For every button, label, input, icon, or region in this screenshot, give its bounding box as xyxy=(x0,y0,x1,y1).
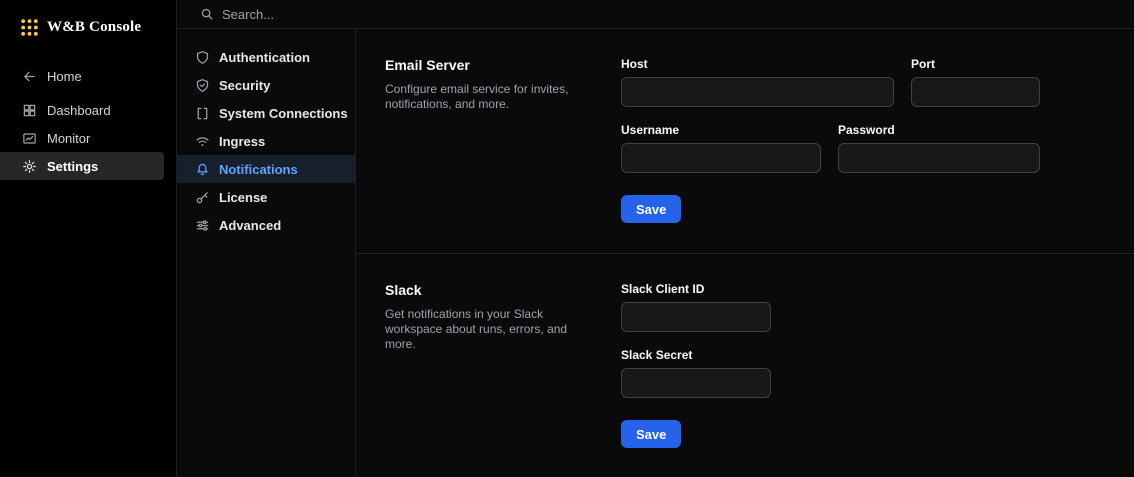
password-input[interactable] xyxy=(838,143,1040,173)
monitor-chart-icon xyxy=(22,131,37,146)
slack-secret-input[interactable] xyxy=(621,368,771,398)
password-field: Password xyxy=(838,123,1040,173)
username-label: Username xyxy=(621,123,680,137)
username-input[interactable] xyxy=(621,143,821,173)
slack-secret-field: Slack Secret xyxy=(621,348,771,398)
main-nav: Home Dashboard Monitor Settings xyxy=(0,62,176,180)
form-row: Username Password xyxy=(621,123,1040,173)
sliders-icon xyxy=(195,218,210,233)
form-row: Slack Secret xyxy=(621,348,771,398)
sidebar-item-settings[interactable]: Settings xyxy=(0,152,164,180)
slack-section: Slack Get notifications in your Slack wo… xyxy=(356,254,1134,448)
brackets-icon xyxy=(195,106,210,121)
section-description: Get notifications in your Slack workspac… xyxy=(385,307,568,351)
search-input[interactable] xyxy=(222,6,542,22)
host-label: Host xyxy=(621,57,648,71)
form-row: Slack Client ID xyxy=(621,282,771,332)
key-icon xyxy=(195,190,210,205)
settings-nav-label: Ingress xyxy=(219,133,266,149)
settings-nav-item-security[interactable]: Security xyxy=(177,71,355,99)
email-server-form: Host Port Username Password Save xyxy=(621,57,1040,253)
app-root: W&B Console Home Dashboard Monitor Setti… xyxy=(0,0,1134,477)
settings-nav-item-notifications[interactable]: Notifications xyxy=(177,155,355,183)
grid-icon xyxy=(22,103,37,118)
host-input[interactable] xyxy=(621,77,894,107)
sidebar-item-label: Home xyxy=(47,68,82,84)
bell-icon xyxy=(195,162,210,177)
sidebar-item-monitor[interactable]: Monitor xyxy=(0,124,176,152)
topbar xyxy=(177,0,1134,29)
settings-nav-label: Advanced xyxy=(219,217,282,233)
shield-check-icon xyxy=(195,78,210,93)
search-icon xyxy=(200,7,214,21)
section-title: Email Server xyxy=(385,57,470,73)
slack-client-id-field: Slack Client ID xyxy=(621,282,771,332)
arrow-left-icon xyxy=(22,69,37,84)
slack-client-id-label: Slack Client ID xyxy=(621,282,705,296)
password-label: Password xyxy=(838,123,895,137)
sidebar-item-home[interactable]: Home xyxy=(0,62,176,90)
main-sidebar: W&B Console Home Dashboard Monitor Setti… xyxy=(0,0,177,477)
section-info: Email Server Configure email service for… xyxy=(385,57,621,253)
host-field: Host xyxy=(621,57,894,107)
slack-save-button[interactable]: Save xyxy=(621,420,682,448)
section-description: Configure email service for invites, not… xyxy=(385,82,569,111)
sidebar-item-label: Settings xyxy=(47,158,99,174)
port-field: Port xyxy=(911,57,1040,107)
brand: W&B Console xyxy=(0,0,176,37)
settings-nav: Authentication Security System Connectio… xyxy=(177,29,356,477)
section-info: Slack Get notifications in your Slack wo… xyxy=(385,282,621,448)
wandb-logo-icon xyxy=(20,18,39,37)
settings-nav-label: Authentication xyxy=(219,49,310,65)
email-save-button[interactable]: Save xyxy=(621,195,682,223)
settings-nav-item-authentication[interactable]: Authentication xyxy=(177,43,355,71)
slack-secret-label: Slack Secret xyxy=(621,348,693,362)
port-input[interactable] xyxy=(911,77,1040,107)
settings-nav-item-advanced[interactable]: Advanced xyxy=(177,211,355,239)
form-row: Host Port xyxy=(621,57,1040,107)
port-label: Port xyxy=(911,57,935,71)
app-title: W&B Console xyxy=(47,19,142,35)
slack-client-id-input[interactable] xyxy=(621,302,771,332)
sidebar-item-label: Dashboard xyxy=(47,102,111,118)
settings-nav-label: System Connections xyxy=(219,105,348,121)
settings-nav-item-ingress[interactable]: Ingress xyxy=(177,127,355,155)
email-server-section: Email Server Configure email service for… xyxy=(356,29,1134,254)
shield-icon xyxy=(195,50,210,65)
sidebar-item-dashboard[interactable]: Dashboard xyxy=(0,96,176,124)
section-title: Slack xyxy=(385,282,422,298)
settings-content: Email Server Configure email service for… xyxy=(356,29,1134,477)
settings-nav-label: Security xyxy=(219,77,271,93)
username-field: Username xyxy=(621,123,821,173)
settings-nav-item-license[interactable]: License xyxy=(177,183,355,211)
wifi-icon xyxy=(195,134,210,149)
sidebar-item-label: Monitor xyxy=(47,130,91,146)
settings-nav-label: License xyxy=(219,189,268,205)
gear-icon xyxy=(22,159,37,174)
settings-nav-label: Notifications xyxy=(219,161,298,177)
settings-nav-item-system-connections[interactable]: System Connections xyxy=(177,99,355,127)
slack-form: Slack Client ID Slack Secret Save xyxy=(621,282,771,448)
